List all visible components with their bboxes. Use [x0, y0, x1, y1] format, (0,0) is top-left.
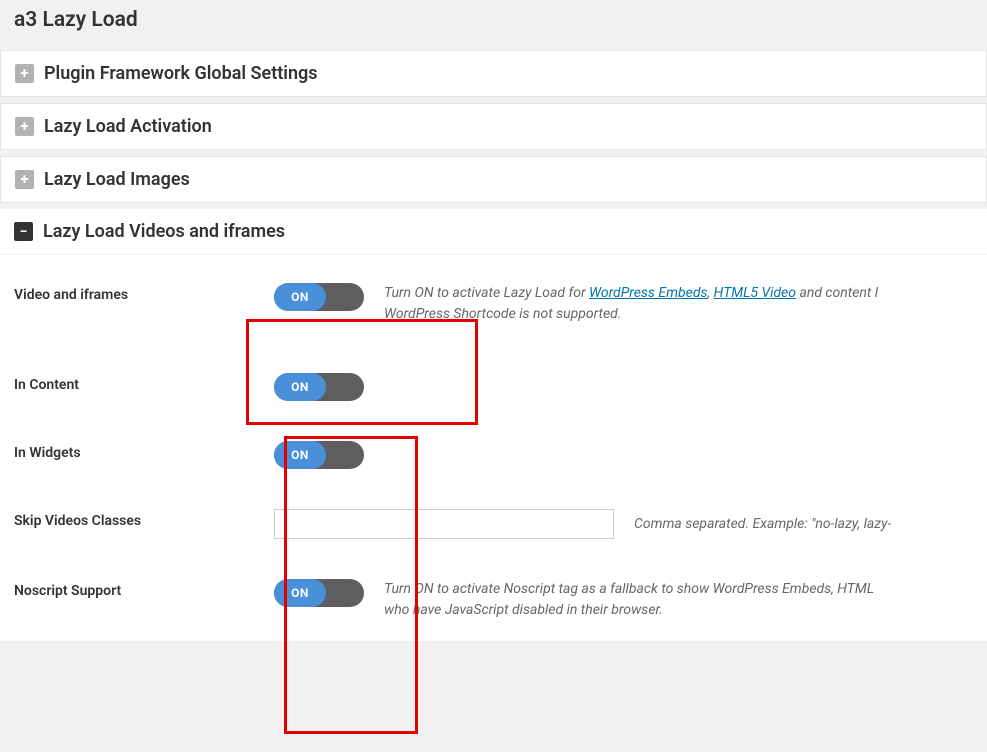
toggle-on-label: ON — [274, 373, 326, 401]
page-title: a3 Lazy Load — [0, 0, 987, 44]
toggle-on-label: ON — [274, 441, 326, 469]
panel-videos: − Lazy Load Videos and iframes Video and… — [0, 209, 987, 641]
panel-activation[interactable]: + Lazy Load Activation — [0, 103, 987, 150]
toggle-on-label: ON — [274, 579, 326, 607]
label-in-content: In Content — [14, 373, 274, 393]
toggle-on-label: ON — [274, 283, 326, 311]
panel-activation-title: Lazy Load Activation — [44, 116, 212, 137]
panel-framework-title: Plugin Framework Global Settings — [44, 63, 318, 84]
label-noscript: Noscript Support — [14, 579, 274, 599]
toggle-noscript[interactable]: ON — [274, 579, 364, 607]
toggle-in-widgets[interactable]: ON — [274, 441, 364, 469]
row-in-widgets: In Widgets ON — [0, 421, 987, 489]
panel-images[interactable]: + Lazy Load Images — [0, 156, 987, 203]
input-skip-classes[interactable] — [274, 509, 614, 539]
plus-icon: + — [15, 64, 34, 83]
panel-videos-header[interactable]: − Lazy Load Videos and iframes — [0, 221, 987, 255]
link-wordpress-embeds[interactable]: WordPress Embeds — [589, 285, 708, 301]
row-skip-classes: Skip Videos Classes Comma separated. Exa… — [0, 489, 987, 559]
link-html5-video[interactable]: HTML5 Video — [714, 285, 796, 301]
help-noscript: Turn ON to activate Noscript tag as a fa… — [384, 579, 973, 621]
row-in-content: In Content ON — [0, 353, 987, 421]
panel-framework[interactable]: + Plugin Framework Global Settings — [0, 50, 987, 97]
row-video-iframes: Video and iframes ON Turn ON to activate… — [0, 255, 987, 353]
row-noscript: Noscript Support ON Turn ON to activate … — [0, 559, 987, 641]
help-video-iframes: Turn ON to activate Lazy Load for WordPr… — [384, 283, 973, 325]
toggle-video-iframes[interactable]: ON — [274, 283, 364, 311]
label-skip-classes: Skip Videos Classes — [14, 509, 274, 529]
panel-images-title: Lazy Load Images — [44, 169, 190, 190]
help-skip-classes: Comma separated. Example: "no-lazy, lazy… — [634, 514, 973, 535]
plus-icon: + — [15, 117, 34, 136]
minus-icon: − — [14, 222, 33, 241]
label-in-widgets: In Widgets — [14, 441, 274, 461]
toggle-in-content[interactable]: ON — [274, 373, 364, 401]
panel-videos-title: Lazy Load Videos and iframes — [43, 221, 285, 242]
label-video-iframes: Video and iframes — [14, 283, 274, 303]
plus-icon: + — [15, 170, 34, 189]
